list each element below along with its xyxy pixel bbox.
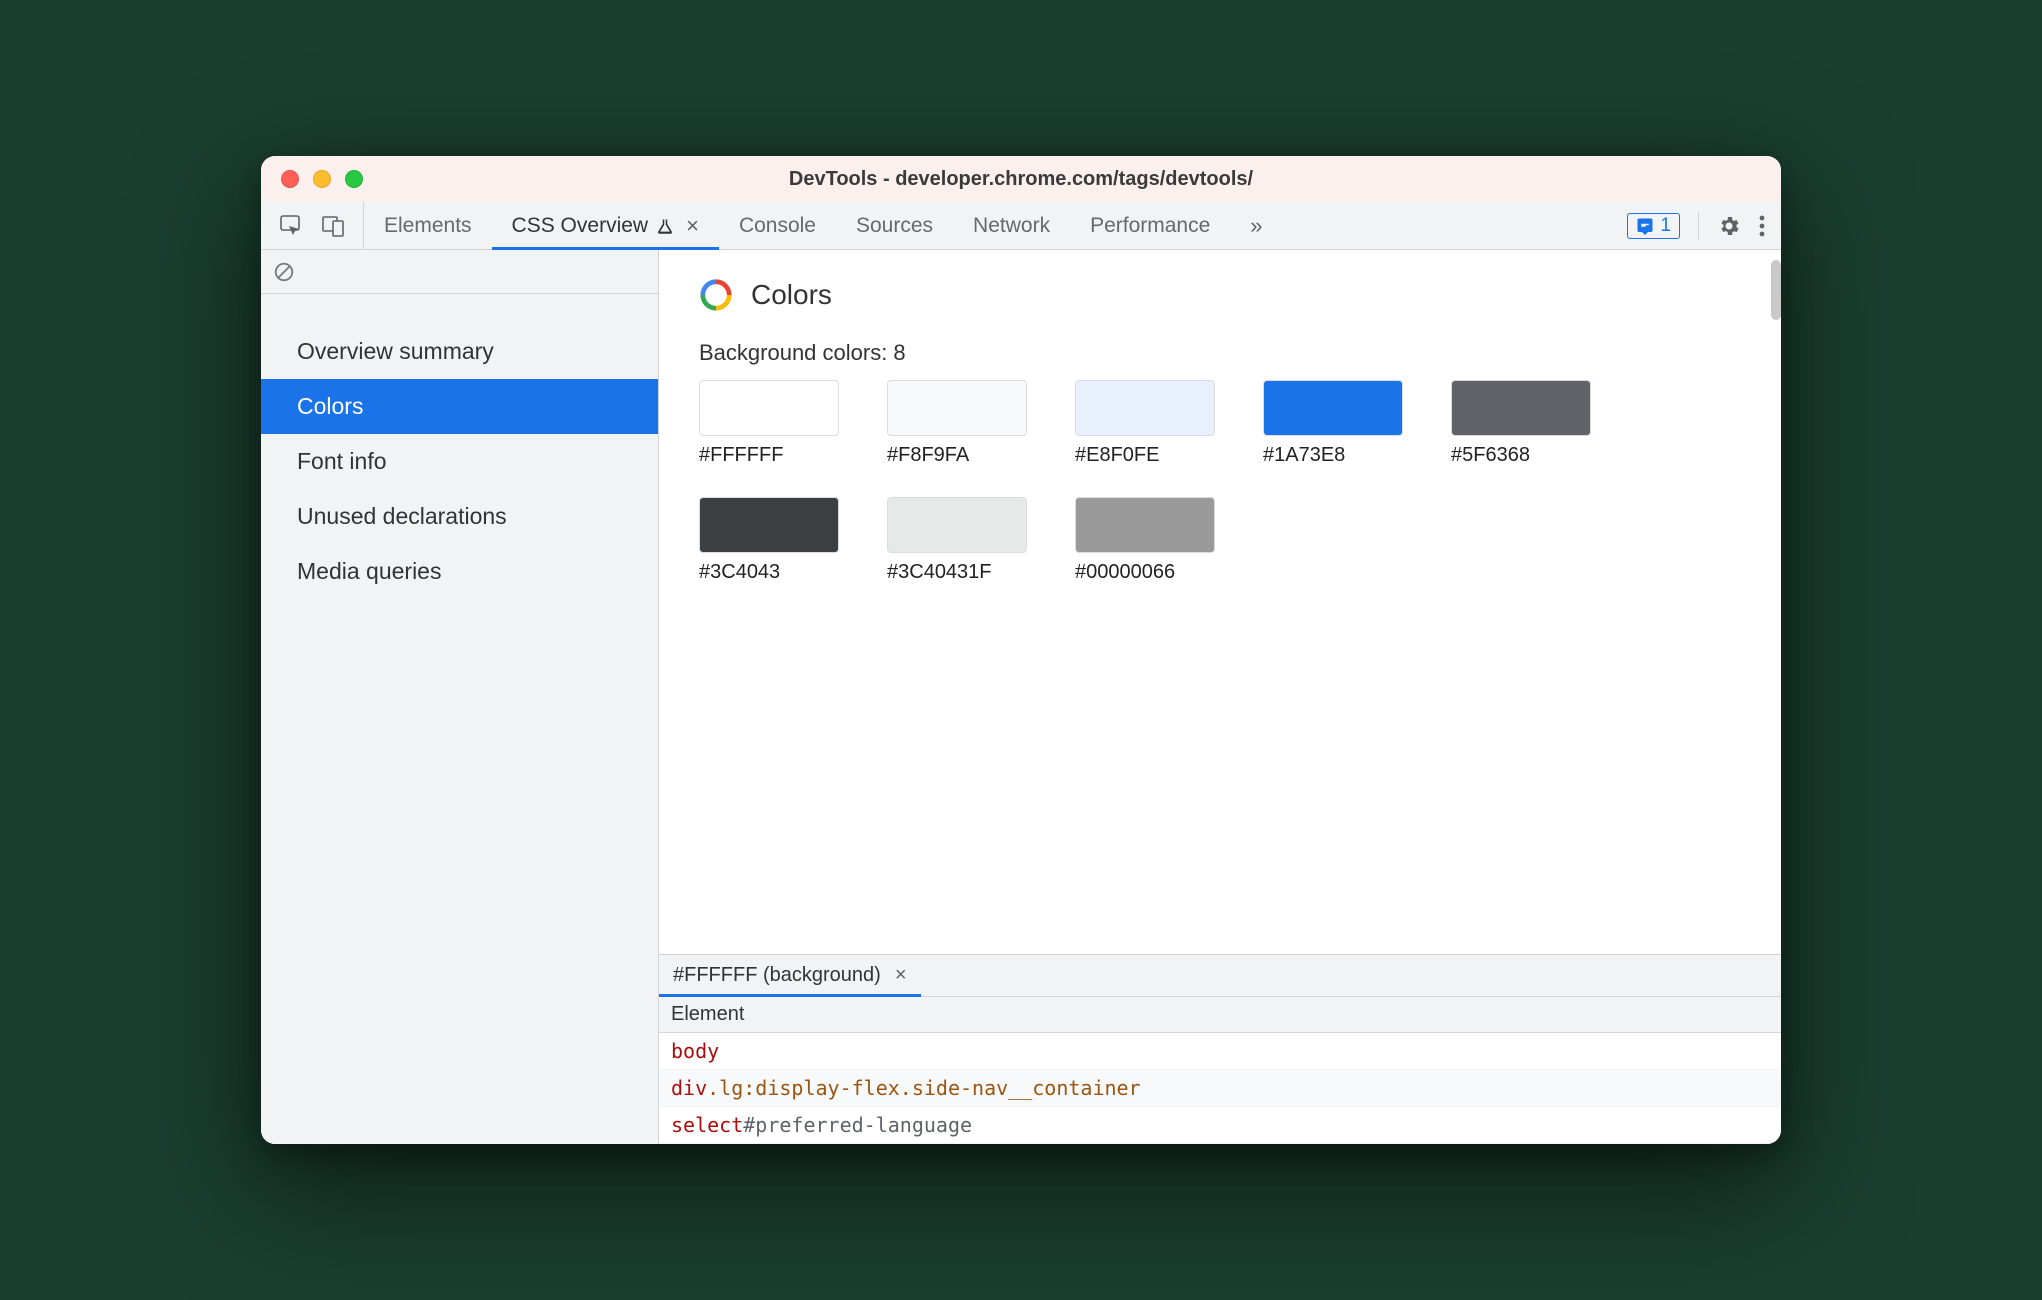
panel-content: Overview summaryColorsFont infoUnused de… bbox=[261, 250, 1781, 1144]
swatch-3c40431f[interactable] bbox=[887, 497, 1027, 553]
traffic-lights bbox=[281, 170, 363, 188]
tab-network[interactable]: Network bbox=[953, 202, 1070, 249]
issues-badge[interactable]: 1 bbox=[1627, 213, 1680, 239]
swatch-5f6368[interactable] bbox=[1451, 380, 1591, 436]
css-overview-sidebar: Overview summaryColorsFont infoUnused de… bbox=[261, 250, 659, 1144]
tab-console[interactable]: Console bbox=[719, 202, 836, 249]
sidebar-item-overview-summary[interactable]: Overview summary bbox=[261, 324, 658, 379]
element-row[interactable]: div.lg:display-flex.side-nav__container bbox=[659, 1070, 1781, 1107]
devtools-window: DevTools - developer.chrome.com/tags/dev… bbox=[261, 156, 1781, 1144]
clear-overview-icon[interactable] bbox=[273, 261, 295, 283]
tab-css-overview[interactable]: CSS Overview × bbox=[492, 202, 719, 249]
swatch-label: #F8F9FA bbox=[887, 444, 1027, 467]
color-swatch: #3C4043 bbox=[699, 497, 839, 584]
close-detail-tab-icon[interactable]: × bbox=[895, 964, 907, 987]
device-toggle-icon[interactable] bbox=[321, 214, 345, 238]
color-swatch: #3C40431F bbox=[887, 497, 1027, 584]
swatch-00000066[interactable] bbox=[1075, 497, 1215, 553]
element-row[interactable]: select#preferred-language bbox=[659, 1107, 1781, 1144]
swatch-label: #1A73E8 bbox=[1263, 444, 1403, 467]
inspect-element-icon[interactable] bbox=[279, 214, 303, 238]
close-tab-icon[interactable]: × bbox=[686, 213, 699, 239]
tab-performance[interactable]: Performance bbox=[1070, 202, 1230, 249]
detail-tab-color[interactable]: #FFFFFF (background) × bbox=[659, 955, 921, 996]
sidebar-item-font-info[interactable]: Font info bbox=[261, 434, 658, 489]
color-swatch: #5F6368 bbox=[1451, 380, 1591, 467]
css-overview-main: Colors Background colors: 8 #FFFFFF #F8F9… bbox=[659, 250, 1781, 1144]
swatch-label: #3C4043 bbox=[699, 561, 839, 584]
swatch-label: #E8F0FE bbox=[1075, 444, 1215, 467]
detail-tabbar: #FFFFFF (background) × bbox=[659, 954, 1781, 996]
detail-table-header: Element bbox=[659, 996, 1781, 1033]
swatch-e8f0fe[interactable] bbox=[1075, 380, 1215, 436]
swatch-1a73e8[interactable] bbox=[1263, 380, 1403, 436]
swatch-ffffff[interactable] bbox=[699, 380, 839, 436]
minimize-window-button[interactable] bbox=[313, 170, 331, 188]
swatch-3c4043[interactable] bbox=[699, 497, 839, 553]
detail-table-body: bodydiv.lg:display-flex.side-nav__contai… bbox=[659, 1033, 1781, 1144]
color-swatch: #F8F9FA bbox=[887, 380, 1027, 467]
devtools-tabbar: Elements CSS Overview × Console Sources … bbox=[261, 202, 1781, 250]
swatch-label: #00000066 bbox=[1075, 561, 1215, 584]
swatch-label: #3C40431F bbox=[887, 561, 1027, 584]
settings-gear-icon[interactable] bbox=[1717, 214, 1741, 238]
sidebar-item-colors[interactable]: Colors bbox=[261, 379, 658, 434]
kebab-menu-icon[interactable] bbox=[1759, 214, 1765, 238]
titlebar: DevTools - developer.chrome.com/tags/dev… bbox=[261, 156, 1781, 202]
color-swatch: #1A73E8 bbox=[1263, 380, 1403, 467]
background-colors-label: Background colors: 8 bbox=[699, 340, 1741, 366]
tab-sources[interactable]: Sources bbox=[836, 202, 953, 249]
swatch-label: #FFFFFF bbox=[699, 444, 839, 467]
color-swatch: #E8F0FE bbox=[1075, 380, 1215, 467]
experiment-flask-icon bbox=[656, 218, 674, 236]
color-swatch: #FFFFFF bbox=[699, 380, 839, 467]
more-tabs-chevron-icon[interactable]: » bbox=[1230, 202, 1282, 249]
zoom-window-button[interactable] bbox=[345, 170, 363, 188]
section-header: Colors bbox=[699, 278, 1741, 312]
swatch-label: #5F6368 bbox=[1451, 444, 1591, 467]
element-row[interactable]: body bbox=[659, 1033, 1781, 1070]
swatch-f8f9fa[interactable] bbox=[887, 380, 1027, 436]
sidebar-item-media-queries[interactable]: Media queries bbox=[261, 544, 658, 599]
section-title: Colors bbox=[751, 279, 832, 311]
tab-elements[interactable]: Elements bbox=[364, 202, 492, 249]
close-window-button[interactable] bbox=[281, 170, 299, 188]
colors-ring-icon bbox=[699, 278, 733, 312]
window-title: DevTools - developer.chrome.com/tags/dev… bbox=[261, 168, 1781, 191]
scrollbar-thumb[interactable] bbox=[1771, 260, 1781, 320]
sidebar-item-unused-declarations[interactable]: Unused declarations bbox=[261, 489, 658, 544]
color-swatch: #00000066 bbox=[1075, 497, 1215, 584]
